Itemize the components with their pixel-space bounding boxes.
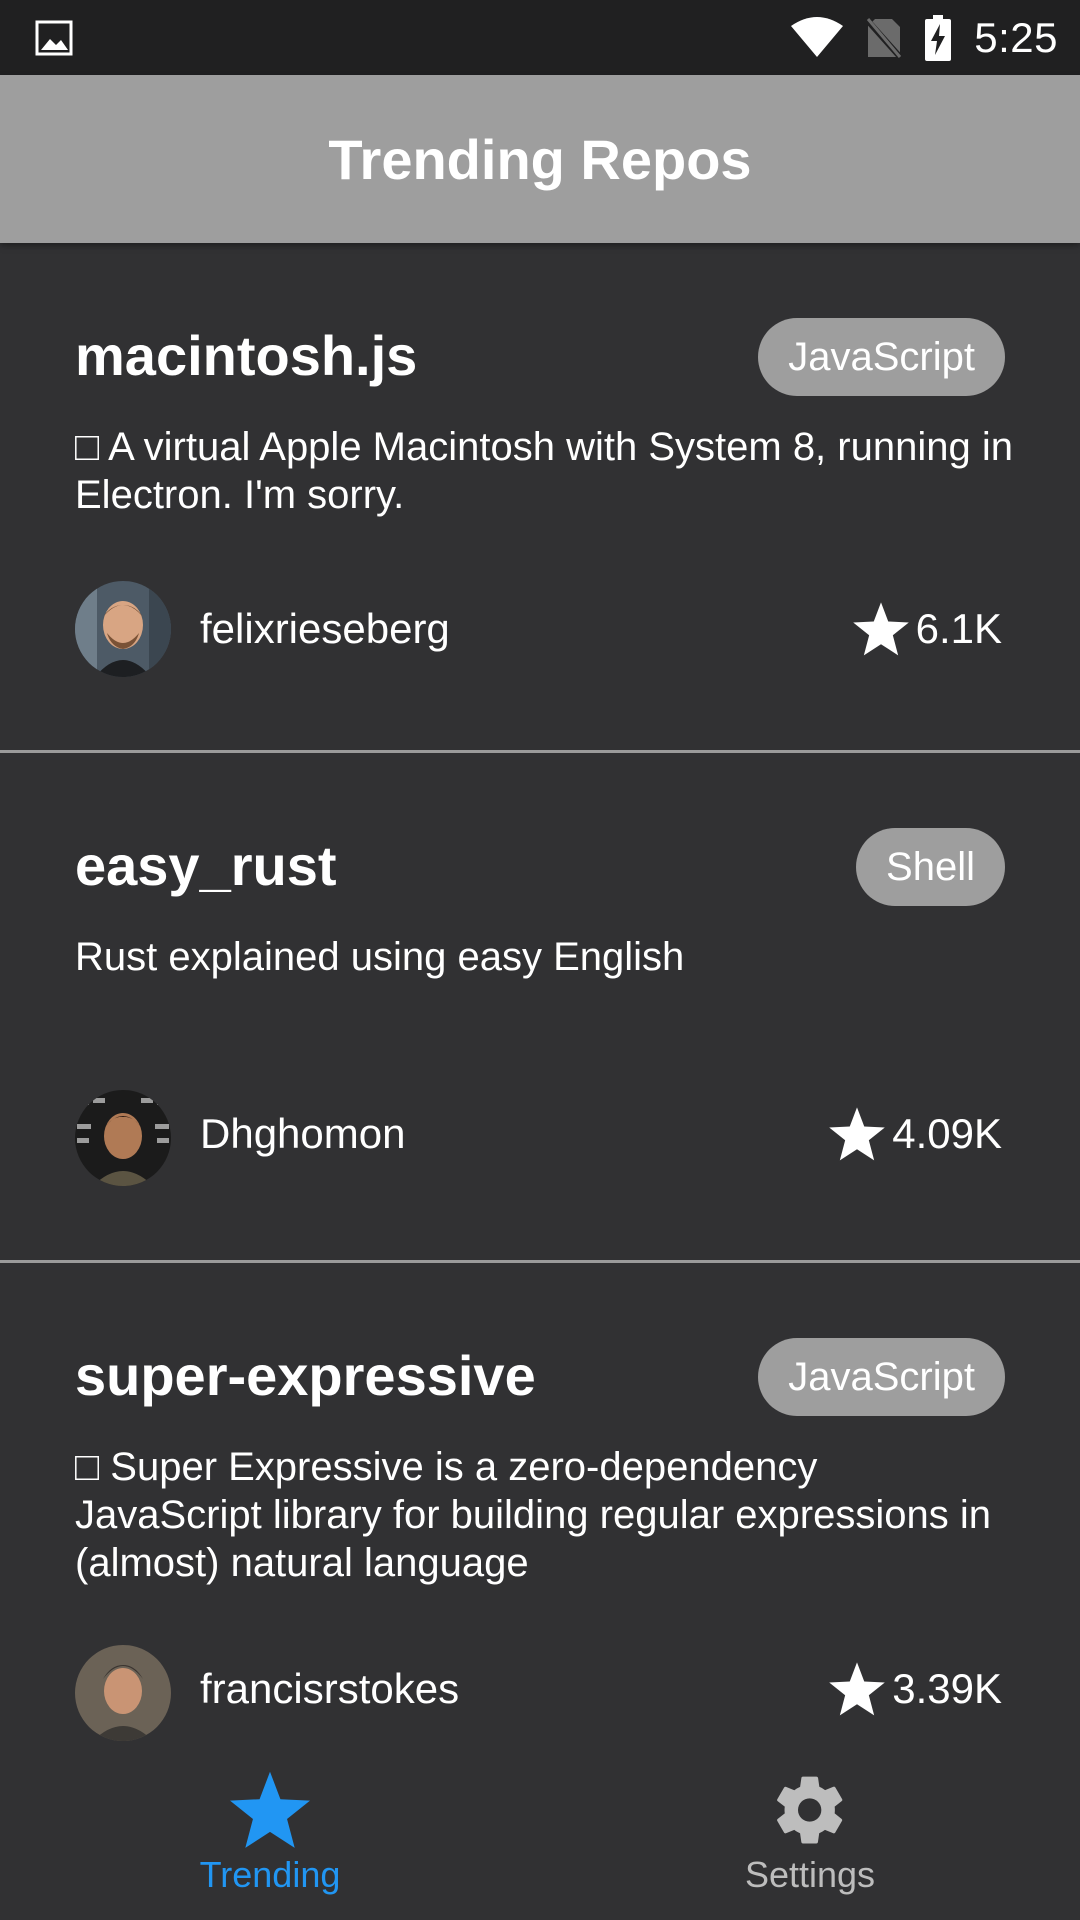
status-bar: 5:25 bbox=[0, 0, 1080, 75]
language-badge: JavaScript bbox=[758, 318, 1005, 396]
image-icon bbox=[35, 20, 73, 56]
no-sim-icon bbox=[866, 17, 903, 59]
language-badge: JavaScript bbox=[758, 1338, 1005, 1416]
repo-owner: felixrieseberg bbox=[200, 605, 450, 652]
status-right: 5:25 bbox=[790, 0, 1058, 75]
wifi-icon bbox=[791, 16, 844, 57]
repo-description: □ Super Expressive is a zero-dependency … bbox=[75, 1445, 991, 1585]
avatar bbox=[75, 1645, 171, 1741]
repo-card[interactable]: super-expressive JavaScript □ Super Expr… bbox=[0, 1263, 1080, 1745]
star-icon bbox=[852, 602, 909, 656]
nav-tab-settings[interactable]: Settings bbox=[660, 1745, 960, 1920]
language-badge: Shell bbox=[856, 828, 1005, 906]
repo-card[interactable]: easy_rust Shell Rust explained using eas… bbox=[0, 753, 1080, 1263]
repo-name: super-expressive bbox=[75, 1344, 536, 1407]
avatar bbox=[75, 1090, 171, 1186]
bottom-navigation: Trending Settings bbox=[0, 1745, 1080, 1920]
repo-owner: francisrstokes bbox=[200, 1665, 460, 1712]
star-count: 3.39K bbox=[828, 1661, 1002, 1717]
repo-description: □ A virtual Apple Macintosh with System … bbox=[75, 425, 1013, 517]
page-title: Trending Repos bbox=[328, 127, 752, 191]
repo-description: Rust explained using easy English bbox=[75, 935, 685, 979]
nav-label-settings: Settings bbox=[744, 1854, 876, 1895]
star-count: 4.09K bbox=[828, 1106, 1002, 1162]
star-icon bbox=[829, 1107, 886, 1161]
repo-list[interactable]: macintosh.js JavaScript □ A virtual Appl… bbox=[0, 243, 1080, 1745]
repo-name: macintosh.js bbox=[75, 324, 418, 387]
repo-card[interactable]: macintosh.js JavaScript □ A virtual Appl… bbox=[0, 243, 1080, 753]
battery-charging-icon bbox=[925, 14, 952, 61]
status-time: 5:25 bbox=[974, 13, 1058, 61]
gear-icon bbox=[777, 1776, 843, 1844]
repo-owner: Dhghomon bbox=[200, 1110, 406, 1157]
star-count-value: 4.09K bbox=[892, 1110, 1002, 1157]
nav-tab-trending[interactable]: Trending bbox=[120, 1745, 420, 1920]
star-icon bbox=[829, 1662, 886, 1716]
star-count-value: 6.1K bbox=[915, 605, 1002, 652]
avatar bbox=[75, 581, 171, 677]
star-count-value: 3.39K bbox=[892, 1665, 1002, 1712]
nav-label-trending: Trending bbox=[199, 1854, 341, 1895]
repo-name: easy_rust bbox=[75, 834, 337, 897]
app-bar: Trending Repos bbox=[0, 75, 1080, 243]
star-count: 6.1K bbox=[852, 601, 1002, 657]
star-icon bbox=[230, 1771, 310, 1848]
